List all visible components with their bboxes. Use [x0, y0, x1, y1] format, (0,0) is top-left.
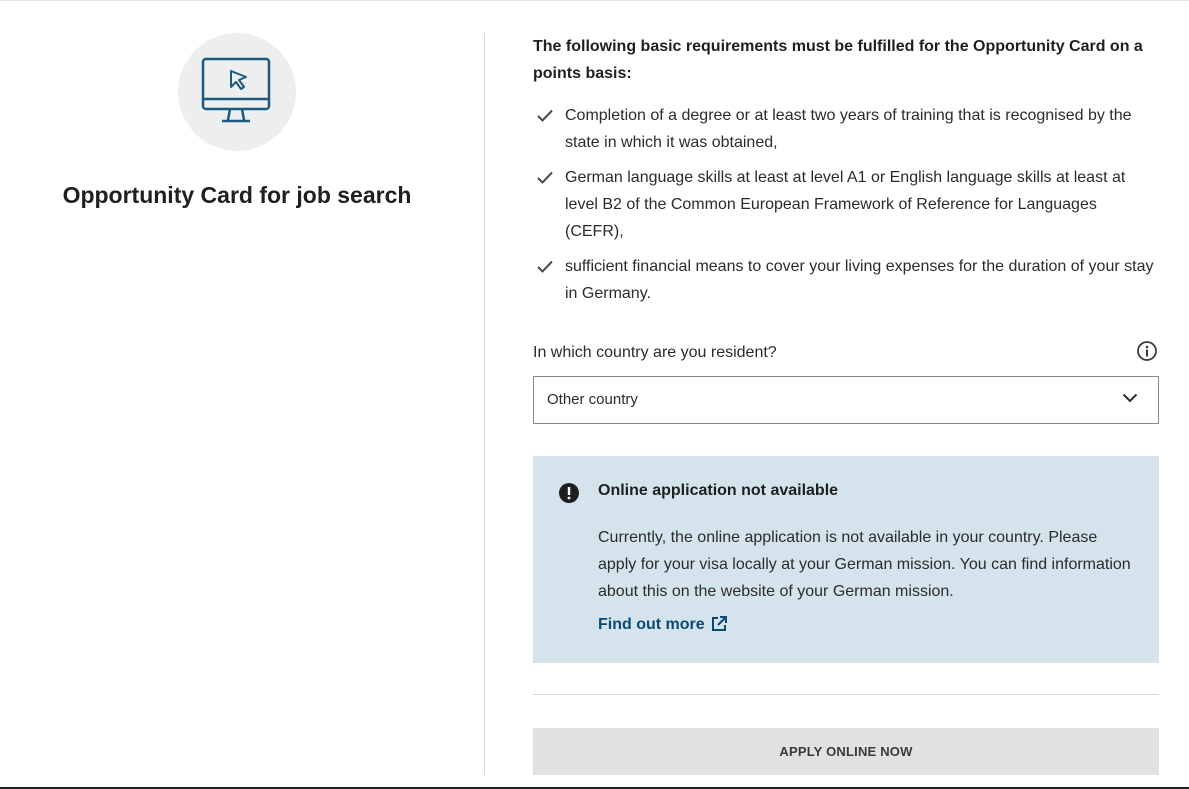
requirement-item: sufficient financial means to cover your… [533, 253, 1159, 307]
country-select[interactable]: Other country [533, 376, 1159, 424]
notice-box: Online application not available Current… [533, 456, 1159, 663]
info-icon[interactable] [1136, 340, 1158, 362]
requirements-list: Completion of a degree or at least two y… [533, 102, 1159, 315]
requirements-heading: The following basic requirements must be… [533, 38, 1143, 82]
checkmark-icon [537, 260, 553, 273]
vertical-divider [484, 33, 485, 775]
requirement-text: sufficient financial means to cover your… [565, 258, 1154, 302]
horizontal-divider [533, 694, 1159, 695]
requirement-item: Completion of a degree or at least two y… [533, 102, 1159, 156]
external-link-icon [711, 616, 727, 631]
requirement-item: German language skills at least at level… [533, 164, 1159, 245]
notice-body: Currently, the online application is not… [598, 529, 1131, 600]
checkmark-icon [537, 171, 553, 184]
country-select-value: Other country [547, 391, 638, 408]
notice-title: Online application not available [598, 482, 839, 499]
computer-cursor-icon [178, 33, 296, 151]
chevron-down-icon [1122, 393, 1138, 403]
find-out-more-label: Find out more [598, 616, 705, 633]
find-out-more-link[interactable]: Find out more [598, 615, 728, 634]
country-label: In which country are you resident? [533, 344, 777, 361]
alert-icon [559, 483, 579, 503]
apply-online-button[interactable]: APPLY ONLINE NOW [533, 728, 1159, 775]
card-title: Opportunity Card for job search [62, 182, 412, 208]
requirement-text: German language skills at least at level… [565, 169, 1126, 240]
requirement-text: Completion of a degree or at least two y… [565, 107, 1132, 151]
left-panel: Opportunity Card for job search [0, 0, 484, 787]
checkmark-icon [537, 109, 553, 122]
